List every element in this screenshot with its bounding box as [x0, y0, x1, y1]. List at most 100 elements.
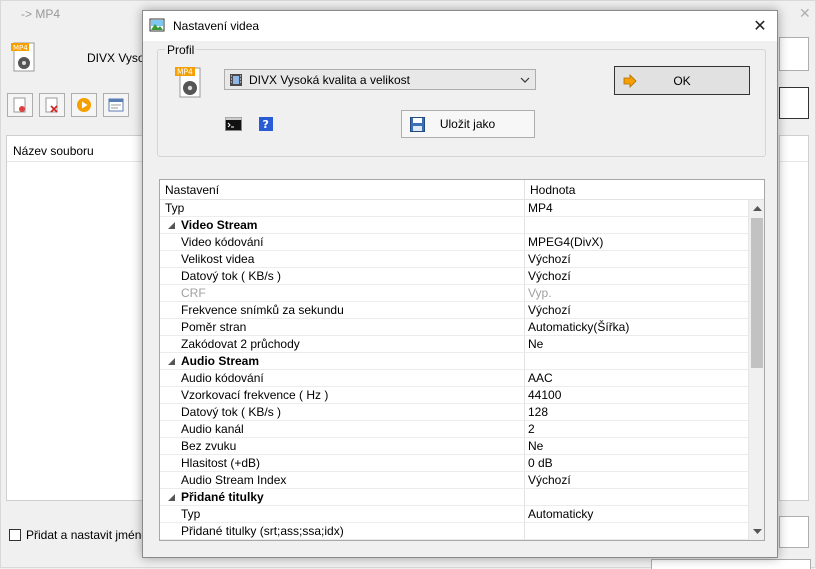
- play-button[interactable]: [71, 93, 97, 117]
- grid-row-label: Typ: [160, 506, 525, 522]
- grid-row-video-codec[interactable]: Video kódování MPEG4(DivX): [160, 234, 748, 251]
- parent-close-icon[interactable]: ✕: [799, 5, 811, 22]
- parent-toolbar: [7, 93, 129, 117]
- grid-row-value[interactable]: Výchozí: [525, 251, 748, 267]
- grid-row-value[interactable]: 2: [525, 421, 748, 437]
- grid-row-label: Typ: [160, 200, 525, 216]
- profile-select[interactable]: DIVX Vysoká kvalita a velikost: [224, 69, 536, 90]
- info-button[interactable]: [103, 93, 129, 117]
- grid-row-label: Bez zvuku: [160, 438, 525, 454]
- grid-row-subtitle-type[interactable]: Typ Automaticky: [160, 506, 748, 523]
- grid-row-label: Velikost videa: [160, 251, 525, 267]
- collapse-triangle-icon[interactable]: [168, 358, 175, 365]
- grid-row-value[interactable]: AAC: [525, 370, 748, 386]
- save-as-button[interactable]: Uložit jako: [401, 110, 535, 138]
- grid-row-value[interactable]: MP4: [525, 200, 748, 216]
- chevron-down-icon[interactable]: [515, 69, 535, 90]
- grid-row-volume[interactable]: Hlasitost (+dB) 0 dB: [160, 455, 748, 472]
- grid-row-value[interactable]: 128: [525, 404, 748, 420]
- grid-row-value[interactable]: Automaticky(Šířka): [525, 319, 748, 335]
- grid-row-value[interactable]: Automaticky: [525, 506, 748, 522]
- add-file-button[interactable]: [7, 93, 33, 117]
- add-and-name-checkbox[interactable]: [9, 529, 21, 541]
- grid-row-value[interactable]: Výchozí: [525, 472, 748, 488]
- grid-row-type[interactable]: Typ MP4: [160, 200, 748, 217]
- file-list-header: Název souboru: [7, 136, 143, 162]
- scrollbar-thumb[interactable]: [751, 218, 763, 368]
- grid-row-subtitle-files[interactable]: Přidané titulky (srt;ass;ssa;idx): [160, 523, 748, 540]
- collapse-triangle-icon[interactable]: [168, 494, 175, 501]
- ok-button[interactable]: OK: [614, 66, 750, 95]
- parent-right-button[interactable]: [779, 87, 809, 119]
- grid-row-video-bitrate[interactable]: Datový tok ( KB/s ) Výchozí: [160, 268, 748, 285]
- grid-body: Typ MP4 Video Stream Video kódování MPEG4(…: [160, 200, 748, 540]
- mp4-logo-icon: MP4: [11, 42, 35, 72]
- grid-row-value[interactable]: Výchozí: [525, 302, 748, 318]
- grid-category-label: Video Stream: [181, 218, 258, 232]
- grid-row-video-size[interactable]: Velikost videa Výchozí: [160, 251, 748, 268]
- parent-right-list: [779, 135, 809, 501]
- profile-group-label: Profil: [165, 43, 197, 57]
- dialog-close-icon[interactable]: ✕: [743, 13, 777, 39]
- remove-file-icon: [45, 97, 58, 113]
- add-file-icon: [13, 97, 26, 113]
- grid-row-audio-stream-index[interactable]: Audio Stream Index Výchozí: [160, 472, 748, 489]
- grid-row-label: Poměr stran: [160, 319, 525, 335]
- grid-category-subtitles[interactable]: Přidané titulky: [160, 489, 748, 506]
- grid-row-label: Audio Stream Index: [160, 472, 525, 488]
- grid-row-value[interactable]: [525, 523, 748, 539]
- landscape-app-icon: [149, 18, 165, 32]
- grid-row-label: Přidané titulky (srt;ass;ssa;idx): [160, 523, 525, 539]
- floppy-disk-icon: [410, 116, 425, 132]
- scroll-down-icon[interactable]: [749, 523, 764, 540]
- grid-row-value[interactable]: Výchozí: [525, 268, 748, 284]
- grid-row-aspect-ratio[interactable]: Poměr stran Automaticky(Šířka): [160, 319, 748, 336]
- grid-row-mute[interactable]: Bez zvuku Ne: [160, 438, 748, 455]
- grid-row-label: Hlasitost (+dB): [160, 455, 525, 471]
- grid-row-value[interactable]: Ne: [525, 336, 748, 352]
- grid-row-label: Datový tok ( KB/s ): [160, 404, 525, 420]
- grid-category-audio-stream[interactable]: Audio Stream: [160, 353, 748, 370]
- mp4-logo-icon: MP4: [175, 67, 201, 98]
- parent-window-title: -> MP4: [21, 7, 61, 21]
- grid-row-value[interactable]: 44100: [525, 387, 748, 403]
- grid-category-label: Audio Stream: [181, 354, 260, 368]
- command-prompt-icon[interactable]: [225, 117, 242, 131]
- parent-bottom-right-button[interactable]: [779, 516, 809, 548]
- scroll-up-icon[interactable]: [749, 200, 764, 217]
- film-icon: [230, 73, 242, 86]
- dialog-title: Nastavení videa: [173, 19, 260, 33]
- grid-category-video-stream[interactable]: Video Stream: [160, 217, 748, 234]
- add-and-name-checkbox-row[interactable]: Přidat a nastavit jméno [DIVX Vysoká kva…: [9, 528, 145, 542]
- grid-row-label: Audio kódování: [160, 370, 525, 386]
- grid-row-value[interactable]: Ne: [525, 438, 748, 454]
- grid-row-label: Audio kanál: [160, 421, 525, 437]
- video-settings-dialog: Nastavení videa ✕ Profil MP4 DIVX Vysoká…: [142, 10, 778, 558]
- grid-header-value: Hodnota: [530, 183, 576, 197]
- grid-row-audio-codec[interactable]: Audio kódování AAC: [160, 370, 748, 387]
- parent-profile-label: DIVX Vysoká kvalita a velikost: [87, 51, 143, 65]
- play-icon: [77, 98, 91, 112]
- grid-row-value[interactable]: 0 dB: [525, 455, 748, 471]
- arrow-right-icon: [623, 73, 637, 88]
- grid-row-value[interactable]: MPEG4(DivX): [525, 234, 748, 250]
- grid-row-value: Vyp.: [528, 286, 552, 300]
- grid-row-two-pass[interactable]: Zakódovat 2 průchody Ne: [160, 336, 748, 353]
- parent-right-panel-top: [779, 37, 809, 71]
- dialog-titlebar: Nastavení videa ✕: [143, 11, 777, 41]
- grid-category-label: Přidané titulky: [181, 490, 264, 504]
- grid-row-frame-rate[interactable]: Frekvence snímků za sekundu Výchozí: [160, 302, 748, 319]
- svg-text:?: ?: [263, 118, 269, 131]
- grid-header: Nastavení Hodnota: [160, 180, 764, 200]
- grid-row-audio-channels[interactable]: Audio kanál 2: [160, 421, 748, 438]
- grid-row-label: CRF: [160, 285, 525, 301]
- grid-row-sample-rate[interactable]: Vzorkovací frekvence ( Hz ) 44100: [160, 387, 748, 404]
- add-and-name-checkbox-label: Přidat a nastavit jméno [DIVX Vysoká kva…: [26, 528, 145, 542]
- file-list[interactable]: Název souboru: [6, 135, 144, 501]
- grid-row-audio-bitrate[interactable]: Datový tok ( KB/s ) 128: [160, 404, 748, 421]
- profile-select-value: DIVX Vysoká kvalita a velikost: [249, 72, 410, 87]
- grid-vertical-scrollbar[interactable]: [748, 200, 764, 540]
- collapse-triangle-icon[interactable]: [168, 222, 175, 229]
- remove-file-button[interactable]: [39, 93, 65, 117]
- help-icon[interactable]: ?: [259, 117, 273, 131]
